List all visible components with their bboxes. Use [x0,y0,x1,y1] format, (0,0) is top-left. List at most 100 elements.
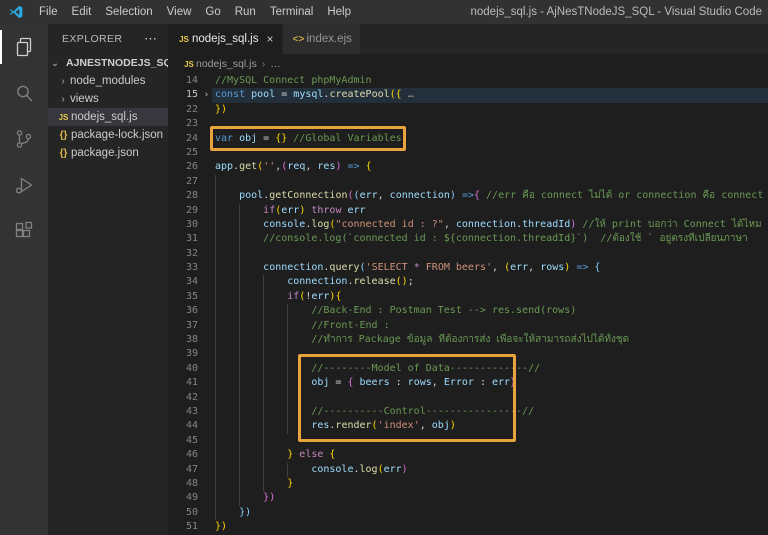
code-line-45[interactable]: 45 [168,434,768,448]
indent-guide [215,304,216,318]
indent-guide [239,275,240,289]
indent-guide [215,333,216,347]
code-line-46[interactable]: 46 } else { [168,448,768,462]
menu-terminal[interactable]: Terminal [263,0,320,24]
menu-bar: FileEditSelectionViewGoRunTerminalHelp [32,0,358,24]
code-line-32[interactable]: 32 [168,247,768,261]
fold-column [198,477,215,491]
tab-index-ejs[interactable]: <>index.ejs [283,24,360,54]
breadcrumb-symbol-tail[interactable]: … [270,58,281,70]
code-line-38[interactable]: 38 //ทำการ Package ข้อมูล ที่ต้องการส่ง … [168,333,768,347]
code-line-28[interactable]: 28 pool.getConnection((err, connection) … [168,189,768,203]
code-line-50[interactable]: 50 }) [168,506,768,520]
line-number: 14 [168,74,198,88]
search-icon[interactable] [0,70,48,116]
indent-guide [215,463,216,477]
code-line-41[interactable]: 41 obj = { beers : rows, Error : err} [168,376,768,390]
menu-view[interactable]: View [160,0,199,24]
breadcrumb[interactable]: JS nodejs_sql.js › … [168,54,768,74]
code-line-51[interactable]: 51}) [168,520,768,534]
extensions-icon[interactable] [0,208,48,254]
code-line-40[interactable]: 40 //--------Model of Data-------------/… [168,362,768,376]
code-line-33[interactable]: 33 connection.query('SELECT * FROM beers… [168,261,768,275]
fold-column [198,391,215,405]
code-line-26[interactable]: 26app.get('',(req, res) => { [168,160,768,174]
code-line-44[interactable]: 44 res.render('index', obj) [168,419,768,433]
fold-column [198,376,215,390]
code-line-24[interactable]: 24var obj = {} //Global Variables [168,132,768,146]
code-line-15[interactable]: 15›const pool = mysql.createPool({ … [168,88,768,102]
run-debug-icon[interactable] [0,162,48,208]
title-bar: FileEditSelectionViewGoRunTerminalHelp n… [0,0,768,24]
code-line-49[interactable]: 49 }) [168,491,768,505]
code-line-14[interactable]: 14 //MySQL Connect phpMyAdmin [168,74,768,88]
json-file-icon: {} [56,148,71,159]
code-text: connection.release(); [215,275,768,289]
explorer-more-actions-icon[interactable]: ⋯ [144,31,158,47]
indent-guide [263,304,264,318]
code-line-22[interactable]: 22}) [168,103,768,117]
code-line-30[interactable]: 30 console.log("connected id : ?", conne… [168,218,768,232]
tree-item-node-modules[interactable]: ›node_modules [48,72,168,90]
indent-guide [263,333,264,347]
breadcrumb-file[interactable]: nodejs_sql.js [196,58,257,70]
code-line-42[interactable]: 42 [168,391,768,405]
fold-column [198,160,215,174]
code-line-48[interactable]: 48 } [168,477,768,491]
code-line-47[interactable]: 47 console.log(err) [168,463,768,477]
line-number: 27 [168,175,198,189]
code-line-31[interactable]: 31 //console.log(`connected id : ${conne… [168,232,768,246]
code-line-37[interactable]: 37 //Front-End : [168,319,768,333]
code-line-27[interactable]: 27 [168,175,768,189]
tree-item-package-lock-json[interactable]: {}package-lock.json [48,126,168,144]
code-line-25[interactable]: 25 [168,146,768,160]
line-number: 39 [168,347,198,361]
fold-column [198,247,215,261]
tab-label: index.ejs [307,33,352,45]
fold-chevron-icon[interactable]: › [198,88,215,102]
tree-item-views[interactable]: ›views [48,90,168,108]
indent-guide [239,434,240,448]
file-tree: ›node_modules›viewsJSnodejs_sql.js{}pack… [48,72,168,162]
line-number: 26 [168,160,198,174]
indent-guide [263,391,264,405]
indent-guide [239,477,240,491]
tree-item-label: nodejs_sql.js [71,111,137,123]
indent-guide [287,333,288,347]
fold-column [198,463,215,477]
chevron-down-icon: ⌄ [48,58,62,69]
code-line-29[interactable]: 29 if(err) throw err [168,204,768,218]
indent-guide [215,434,216,448]
indent-guide [239,204,240,218]
menu-file[interactable]: File [32,0,65,24]
js-file-icon: JS [176,35,192,44]
code-line-43[interactable]: 43 //----------Control----------------// [168,405,768,419]
code-text: }) [215,506,768,520]
explorer-icon[interactable] [0,24,48,70]
tree-item-package-json[interactable]: {}package.json [48,144,168,162]
code-text: //ทำการ Package ข้อมูล ที่ต้องการส่ง เพื… [215,333,768,347]
code-editor[interactable]: 14 //MySQL Connect phpMyAdmin15›const poo… [168,74,768,535]
tree-item-nodejs-sql-js[interactable]: JSnodejs_sql.js [48,108,168,126]
code-line-34[interactable]: 34 connection.release(); [168,275,768,289]
tab-nodejs-sql-js[interactable]: JSnodejs_sql.js× [168,24,282,54]
code-text: obj = { beers : rows, Error : err} [215,376,768,390]
line-number: 40 [168,362,198,376]
menu-go[interactable]: Go [198,0,227,24]
chevron-right-icon: › [56,94,70,105]
code-line-23[interactable]: 23 [168,117,768,131]
close-icon[interactable]: × [266,32,273,46]
code-line-36[interactable]: 36 //Back-End : Postman Test --> res.sen… [168,304,768,318]
code-line-35[interactable]: 35 if(!err){ [168,290,768,304]
code-text: //MySQL Connect phpMyAdmin [215,74,768,88]
code-line-39[interactable]: 39 [168,347,768,361]
menu-edit[interactable]: Edit [65,0,99,24]
code-text: //Front-End : [215,319,768,333]
menu-help[interactable]: Help [320,0,358,24]
menu-selection[interactable]: Selection [98,0,159,24]
code-text [215,117,768,131]
indent-guide [215,419,216,433]
source-control-icon[interactable] [0,116,48,162]
tree-root-folder[interactable]: ⌄ AJNESTNODEJS_SQL [48,54,168,72]
menu-run[interactable]: Run [228,0,263,24]
